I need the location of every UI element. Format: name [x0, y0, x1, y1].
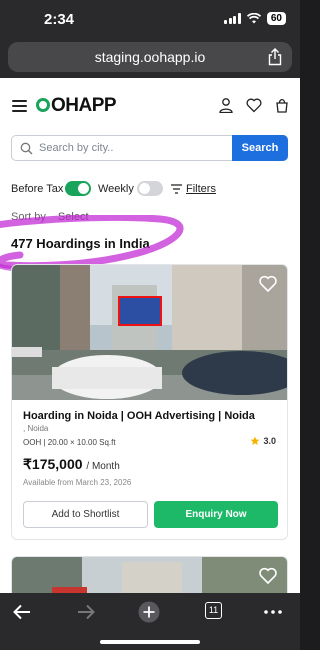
search-button[interactable]: Search [232, 135, 288, 161]
battery-icon: 60 [266, 12, 286, 25]
star-icon [250, 436, 260, 445]
before-tax-toggle[interactable] [65, 181, 91, 196]
home-indicator [100, 640, 200, 644]
more-icon[interactable] [262, 601, 284, 623]
status-time: 2:34 [44, 11, 75, 28]
weekly-toggle[interactable] [137, 181, 163, 196]
search-box: Search by city.. Search [11, 135, 288, 161]
filters-button[interactable]: Filters [171, 183, 216, 195]
site-logo[interactable]: OHAPP [36, 95, 117, 117]
logo-text: OHAPP [51, 95, 117, 116]
results-count: 477 Hoardings in India [11, 236, 150, 251]
browser-toolbar: 11 [0, 593, 300, 650]
bag-icon[interactable] [274, 97, 290, 113]
filter-icon [171, 184, 182, 194]
menu-icon[interactable] [12, 100, 27, 112]
sort-label: Sort by [11, 211, 46, 223]
search-icon [20, 142, 33, 155]
heart-icon[interactable] [246, 97, 262, 113]
header-actions [218, 97, 290, 113]
wifi-icon [246, 13, 261, 24]
site-header: OHAPP [0, 78, 300, 132]
listing-title[interactable]: Hoarding in Noida | OOH Advertising | No… [23, 410, 255, 422]
status-bar: 2:34 60 [0, 0, 300, 38]
user-icon[interactable] [218, 97, 234, 113]
listing-meta: OOH | 20.00 × 10.00 Sq.ft [23, 438, 116, 447]
price-unit: / Month [86, 461, 120, 472]
sort-row: Sort by Select [11, 211, 89, 223]
web-page: OHAPP Search by city.. Search Before Tax… [0, 78, 300, 593]
favorite-icon[interactable] [258, 274, 278, 294]
status-icons: 60 [224, 12, 286, 25]
sort-select[interactable]: Select [58, 211, 89, 223]
search-input[interactable]: Search by city.. [39, 142, 113, 154]
enquiry-now-button[interactable]: Enquiry Now [154, 501, 278, 528]
address-bar[interactable]: staging.oohapp.io [8, 42, 292, 72]
logo-mark [36, 98, 50, 112]
new-tab-icon[interactable] [138, 601, 160, 623]
forward-arrow-icon[interactable] [75, 601, 97, 623]
url-text: staging.oohapp.io [94, 49, 206, 65]
rating-value: 3.0 [263, 436, 276, 446]
before-tax-label: Before Tax [11, 183, 64, 195]
listing-rating: 3.0 [250, 436, 276, 446]
filters-row: Before Tax Weekly Filters [11, 179, 291, 199]
signal-icon [224, 13, 241, 24]
add-to-shortlist-button[interactable]: Add to Shortlist [23, 501, 148, 528]
listing-card-next[interactable] [11, 556, 288, 593]
listing-card[interactable]: Hoarding in Noida | OOH Advertising | No… [11, 264, 288, 540]
listing-price: ₹175,000 / Month [23, 456, 120, 473]
hoarding-photo[interactable] [12, 265, 288, 400]
availability-date: Available from March 23, 2026 [23, 478, 132, 487]
browser-address-area: staging.oohapp.io [0, 38, 300, 78]
weekly-label: Weekly [98, 183, 134, 195]
listing-location: , Noida [23, 424, 49, 433]
tabs-button[interactable]: 11 [205, 602, 222, 619]
share-icon[interactable] [267, 48, 283, 66]
filters-label: Filters [186, 183, 216, 195]
favorite-icon-next[interactable] [258, 566, 278, 586]
hoarding-photo-next[interactable] [12, 557, 288, 593]
price-value: ₹175,000 [23, 456, 83, 472]
back-arrow-icon[interactable] [11, 601, 33, 623]
